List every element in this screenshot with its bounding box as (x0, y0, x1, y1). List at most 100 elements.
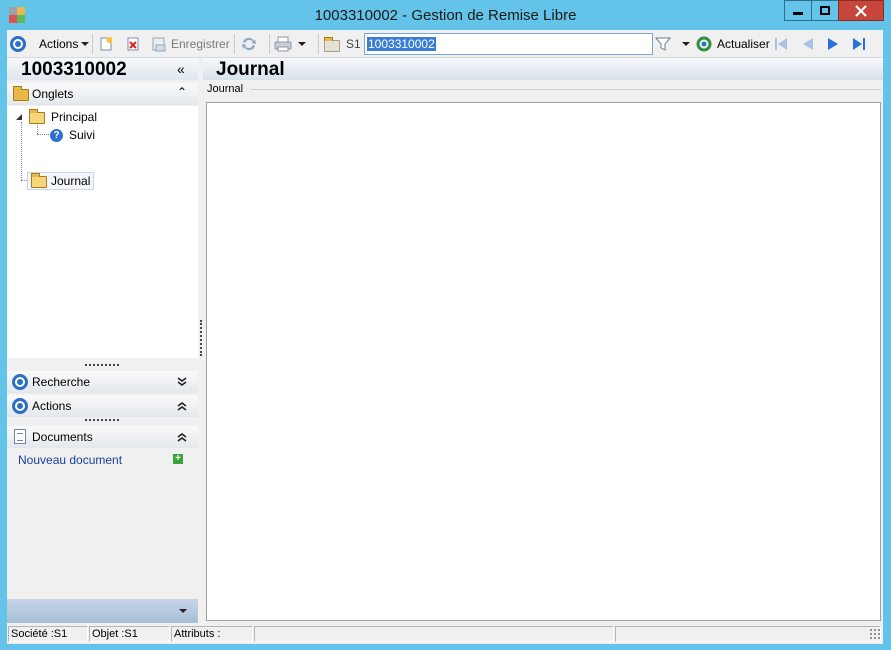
chevron-up-double-icon[interactable] (177, 401, 187, 411)
sync-icon (242, 37, 256, 51)
toolbar-separator (318, 34, 319, 54)
toolbar-separator (92, 34, 93, 54)
tree-item-principal[interactable]: Principal (15, 109, 98, 124)
toolbar-separator (269, 34, 270, 54)
minimize-button[interactable] (784, 0, 812, 21)
filter-button[interactable] (655, 34, 671, 54)
last-record-button[interactable] (851, 34, 867, 54)
new-document-link[interactable]: Nouveau document (18, 453, 122, 467)
journal-content-area[interactable] (206, 102, 881, 621)
chevron-up-double-icon[interactable] (177, 432, 187, 442)
filter-dropdown-button[interactable] (682, 34, 690, 54)
delete-button[interactable] (125, 34, 141, 54)
tabs-tree: Principal ? Suivi Journal (7, 106, 198, 358)
filter-icon (655, 37, 671, 51)
tree-item-journal[interactable]: Journal (27, 172, 95, 190)
folder-open-icon (31, 173, 49, 188)
actions-menu-button[interactable]: Actions (39, 34, 90, 54)
section-resize-grip[interactable] (85, 419, 119, 422)
chevron-down-icon (682, 42, 690, 46)
title-bar[interactable]: 1003310002 - Gestion de Remise Libre (0, 0, 891, 30)
section-resize-grip[interactable] (85, 364, 119, 367)
tree-label-suivi: Suivi (69, 128, 96, 142)
chevron-down-double-icon[interactable] (177, 377, 187, 387)
toolbar: Actions Enregistrer S1 1003310002 100331… (7, 30, 883, 58)
target-icon (10, 36, 26, 52)
folder-icon (324, 37, 340, 52)
app-frame: Actions Enregistrer S1 1003310002 100331… (7, 30, 883, 644)
section-actions[interactable]: Actions (7, 395, 198, 417)
folder-icon (29, 109, 47, 124)
section-actions-label: Actions (32, 399, 72, 413)
record-search-input[interactable] (365, 34, 652, 54)
previous-record-icon (803, 38, 813, 50)
status-societe: Société :S1 (8, 626, 88, 642)
maximize-button[interactable] (811, 0, 839, 21)
refresh-button[interactable]: Actualiser (696, 34, 770, 54)
minimize-icon (793, 12, 803, 15)
previous-record-button[interactable] (800, 34, 816, 54)
close-button[interactable] (838, 0, 884, 21)
save-label: Enregistrer (171, 37, 230, 51)
group-divider (251, 89, 881, 90)
main-header: Journal (203, 58, 883, 80)
main-content: Journal Journal (203, 58, 883, 624)
section-recherche-label: Recherche (32, 375, 91, 389)
next-record-button[interactable] (825, 34, 841, 54)
section-onglets-label: Onglets (32, 87, 74, 101)
sync-button[interactable] (240, 34, 258, 54)
first-record-icon (775, 38, 787, 50)
refresh-icon (696, 36, 712, 52)
save-button[interactable]: Enregistrer (151, 34, 230, 54)
section-documents[interactable]: Documents (7, 426, 198, 448)
collapse-panel-icon[interactable]: « (177, 61, 185, 77)
left-panel: 1003310002 « Onglets ⌃ Principal ? Suivi… (7, 58, 198, 624)
print-button[interactable] (274, 34, 306, 54)
panel-splitter[interactable] (200, 320, 202, 356)
tree-label-principal: Principal (51, 110, 98, 124)
new-record-button[interactable] (98, 34, 114, 54)
first-record-button[interactable] (773, 34, 789, 54)
status-panel-empty (254, 626, 614, 642)
section-documents-label: Documents (32, 430, 93, 444)
left-panel-header: 1003310002 « (7, 58, 198, 80)
printer-icon (274, 36, 292, 52)
folder-icon (13, 86, 29, 101)
help-icon: ? (50, 128, 63, 142)
chevron-up-double-icon[interactable]: ⌃ (177, 85, 187, 99)
actions-menu-label: Actions (39, 37, 79, 51)
tree-item-suivi[interactable]: ? Suivi (50, 128, 95, 142)
company-selector[interactable]: S1 (324, 34, 361, 54)
record-search-field[interactable]: 1003310002 (364, 33, 653, 55)
company-code: S1 (346, 37, 361, 51)
status-attributs: Attributs : (171, 626, 253, 642)
record-title: 1003310002 (21, 59, 127, 80)
delete-icon (127, 37, 139, 51)
maximize-icon (820, 6, 830, 15)
page-title: Journal (216, 59, 285, 80)
new-document-icon (100, 37, 113, 51)
chevron-down-icon[interactable] (298, 42, 306, 46)
search-target-icon (12, 374, 28, 390)
save-icon (152, 37, 166, 52)
left-panel-footer (7, 599, 198, 623)
chevron-down-icon[interactable] (179, 609, 187, 613)
resize-grip-icon[interactable] (869, 628, 881, 640)
section-recherche[interactable]: Recherche (7, 371, 198, 393)
add-icon[interactable]: + (173, 454, 183, 464)
expand-triangle-icon[interactable] (15, 113, 23, 121)
last-record-icon (853, 38, 865, 50)
window-title: 1003310002 - Gestion de Remise Libre (314, 7, 577, 24)
chevron-down-icon (81, 42, 90, 46)
status-panel-empty (615, 626, 881, 642)
status-bar: Société :S1 Objet :S1 Attributs : (7, 624, 883, 644)
actions-target-icon (12, 398, 28, 414)
next-record-icon (828, 38, 838, 50)
section-onglets[interactable]: Onglets ⌃ (7, 83, 198, 105)
target-button[interactable] (10, 34, 26, 54)
refresh-label: Actualiser (717, 37, 770, 51)
close-icon (855, 4, 867, 17)
toolbar-separator (234, 34, 235, 54)
group-label: Journal (207, 83, 247, 95)
document-icon (14, 429, 26, 444)
